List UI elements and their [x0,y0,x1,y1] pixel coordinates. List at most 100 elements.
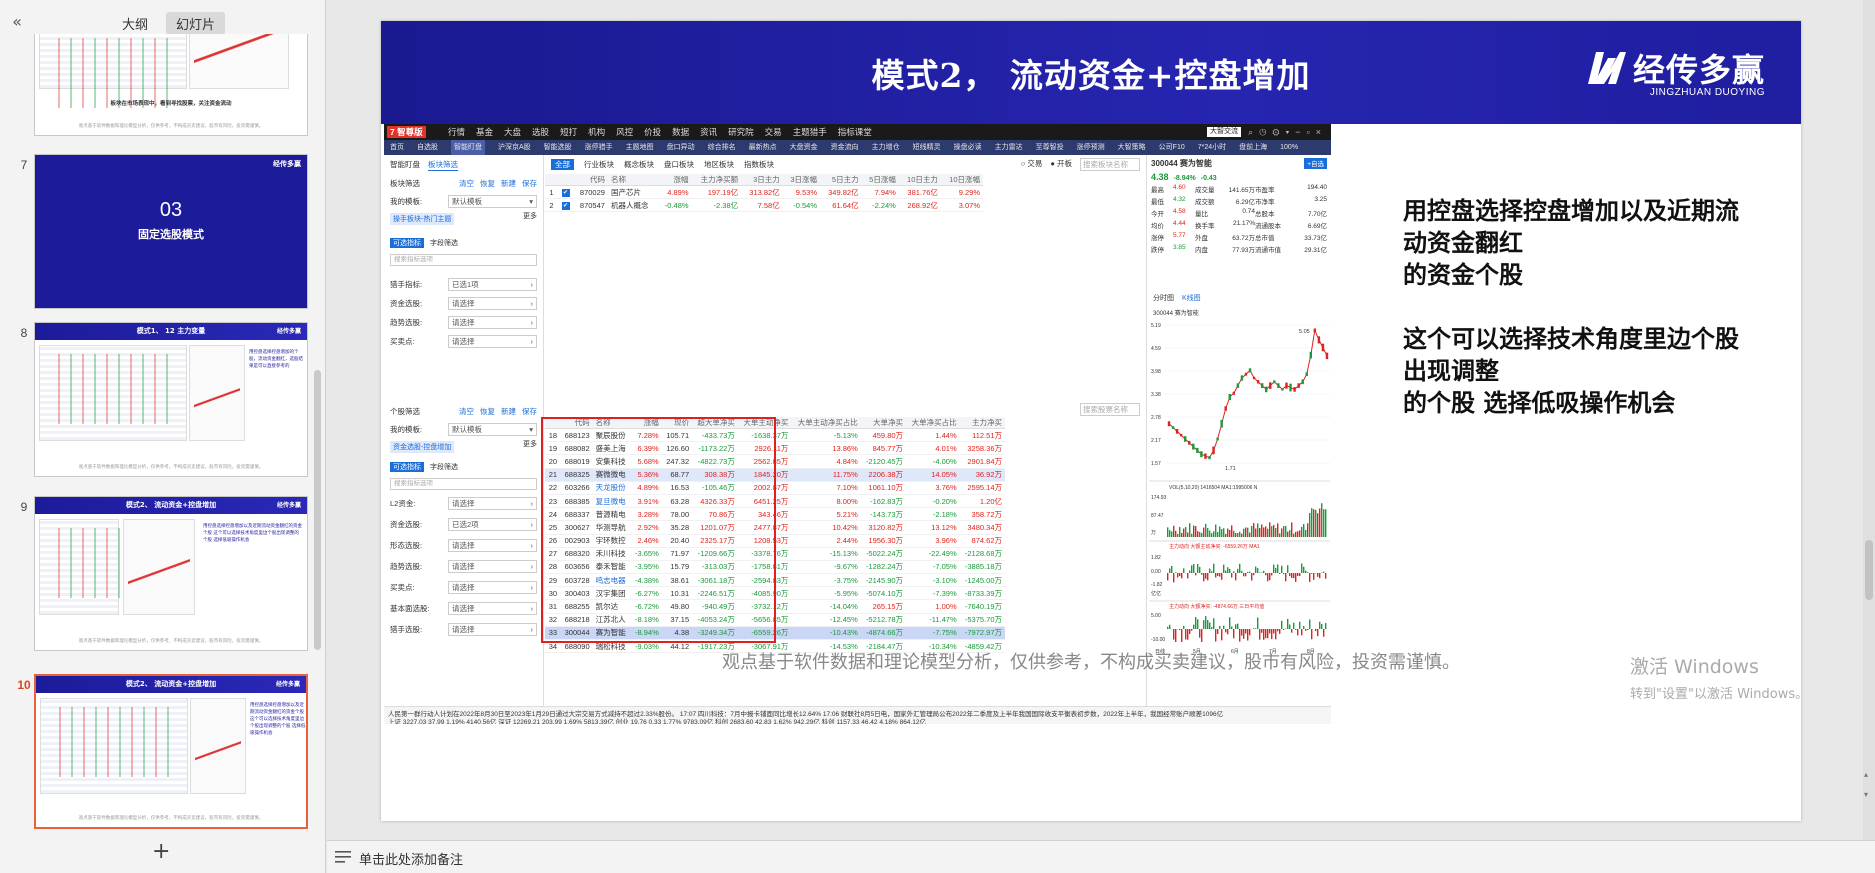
table-cell: -12.45% [791,613,861,627]
col-header: 大单主动净买占比 [791,417,861,429]
flow-bar [1325,573,1327,579]
candle [1244,372,1248,376]
table-cell: 13.86% [791,441,861,456]
candle [1171,426,1175,429]
table-cell: -2128.68万 [959,547,1005,561]
quote-cell: 今开 [1151,211,1164,218]
table-row: 2 ✔ 870547 机器人概念 -0.48% -2.38亿 7.58亿 -0.54% 61.6… [545,198,983,213]
toolbar-item: 自选股 [417,144,438,151]
volume-bar [1279,533,1281,537]
table-cell: -8733.39万 [959,586,1005,601]
software-menu: 行情 基金 大盘 选股 短打 机构 风控 价投 数据 资讯 研究院 交易 主题猎… [448,124,872,140]
flow-bar [1273,564,1275,573]
flow-bar [1187,629,1189,640]
volume-bar [1203,527,1205,537]
table-row: 1 ✔ 870029 国产芯片 4.89% 197.19亿 313.82亿 9.53% 349.… [545,185,983,200]
brand-logo: 经传多赢 JINGZHUAN DUOYING [1586,45,1765,98]
indicator-tabs: 可选指标 字段筛选 [384,459,543,475]
flow-bar [1179,573,1181,577]
table-cell: 61.64亿 [820,198,862,213]
table-cell: -7.39% [906,586,960,601]
slide-thumbnail[interactable]: 板块在市场表现中，看到寻找股票，关注资金流动 观点基于软件数据和理论模型分析，仅… [34,34,308,136]
flow-bar [1267,573,1269,582]
flow-bar [1229,617,1231,629]
table-cell: 247.32 [661,454,693,469]
filter-field: 买卖点: 请选择 › [384,332,543,351]
thumb-brand-logo: 经传多赢 [275,681,300,688]
volume-bar [1225,533,1227,537]
collapse-panel-icon[interactable]: « [6,12,28,32]
notes-bar[interactable]: 单击此处添加备注 [327,840,1875,873]
candle [1232,391,1236,395]
volume-bar [1177,533,1179,537]
table-cell: 23 [545,494,561,509]
scroll-up-icon[interactable]: ▴ [1864,770,1868,779]
thumbnail-scrollbar[interactable] [314,370,321,650]
flow-bar [1241,629,1243,636]
table-cell: 25 [545,520,561,535]
flow-bar [1247,571,1249,573]
y-tick-label: 3.98 [1151,369,1161,375]
volume-bar [1251,526,1253,537]
thumbnail-row[interactable]: 8 模式1、 12 主力变量 经传多赢 用控盘选择控盘增加的个股，流动资金翻红，选… [0,322,310,478]
table-cell: 汉宇集团 [592,586,631,601]
table-cell: 845.77万 [860,441,907,456]
flow2-tick: -10.00 [1151,637,1165,643]
table-cell: -2.18% [906,507,960,522]
table-row: 30 300403 汉宇集团 -6.27% 10.31 -2246.51万 -4085.90… [545,586,1005,601]
slide-thumbnail[interactable]: 经传多赢 03 固定选股模式 [34,154,308,309]
vertical-scrollbar[interactable]: ▴ ▾ [1863,0,1875,840]
table-cell: 9.29% [940,185,983,200]
volume-bar [1309,512,1311,537]
result-panel: 全部 行业板块 概念板块 盘口板块 地区板块 指数板块 ○ 交易 ● 开板 搜索… [541,155,1146,724]
tab-slides[interactable]: 幻灯片 [166,12,226,35]
table-cell: -2594.83万 [737,573,792,588]
thumbnail-row[interactable]: 7 经传多赢 03 固定选股模式 [0,154,310,310]
thumbnail-row-current[interactable]: 10 模式2、 流动资金+控盘增加 经传多赢 用控盘选择控盘增加以及近期流动资金翻… [0,674,310,830]
flow-bar [1259,572,1261,573]
flow-bar [1287,618,1289,629]
table-cell: 313.82亿 [741,185,783,200]
notes-placeholder[interactable]: 单击此处添加备注 [359,849,463,868]
flow-bar [1301,629,1303,636]
flow-bar [1253,573,1255,576]
scroll-down-icon[interactable]: ▾ [1864,790,1868,799]
quote-cell: 4.60 [1173,184,1186,191]
stock-filter-header: 个股筛选 清空 恢复 新建 保存 [384,403,543,420]
candle [1167,421,1171,427]
col-header: 名称 [607,174,658,186]
candle [1248,368,1252,373]
flow1-tick: 1.82 [1151,555,1161,561]
slide-thumbnail[interactable]: 模式1、 12 主力变量 经传多赢 用控盘选择控盘增加的个股，流动资金翻红，选股结… [34,322,308,477]
volume-bar [1207,528,1209,537]
candle [1216,437,1219,441]
flow-bar [1213,618,1215,629]
slide-thumbnail[interactable]: 模式2、 流动资金+控盘增加 经传多赢 用控盘选择控盘增加以及近期流动资金翻红的资… [34,496,308,651]
table-row: 18 688123 聚辰股份 7.28% 105.71 -433.73万 -1638.37万… [545,428,1005,443]
flow-bar [1319,621,1321,629]
table-cell: 7.28% [630,428,662,443]
volume-bar [1189,523,1191,537]
field-label: 我的模板: [390,197,423,206]
tab-outline[interactable]: 大纲 [112,12,158,35]
table-cell: -1209.66万 [692,547,738,561]
table-row: 22 603266 天龙股份 4.89% 16.53 -105.46万 2002.87万 7.… [545,481,1005,495]
col-header: 10日涨幅 [940,174,983,186]
add-slide-button[interactable]: + [152,840,170,864]
quote-cell: 141.65万 [1228,187,1255,194]
flow1-label: 主力动向 大额主动净买: -6559.26万 MA1 [1169,543,1260,550]
thumbnail-row[interactable]: 9 模式2、 流动资金+控盘增加 经传多赢 用控盘选择控盘增加以及近期流动资金翻红… [0,496,310,652]
table-cell: 7.58亿 [741,198,783,213]
volume-bar [1303,524,1305,537]
flow-bar [1209,568,1211,573]
slide-thumbnail-selected[interactable]: 模式2、 流动资金+控盘增加 经传多赢 用控盘选择控盘增加以及近期流动资金翻红的资… [34,674,308,829]
menu-item: 短打 [560,127,578,137]
current-slide[interactable]: 模式2， 流动资金+控盘增加 经传多赢 JINGZHUAN DUOYING 7 … [381,21,1801,821]
scrollbar-thumb[interactable] [1865,540,1873,600]
quote-panel: 300044 赛为智能 +自选 4.38 -8.94% -0.43 最高 4.60… [1146,155,1331,724]
thumbnail-list: 板块在市场表现中，看到寻找股票，关注资金流动 观点基于软件数据和理论模型分析，仅… [0,34,326,832]
flow-bar [1247,629,1249,641]
toolbar-item: 盘口异动 [666,144,695,151]
indicator-tabs: 可选指标 字段筛选 [384,235,543,251]
table-cell: 16.53 [661,481,693,495]
